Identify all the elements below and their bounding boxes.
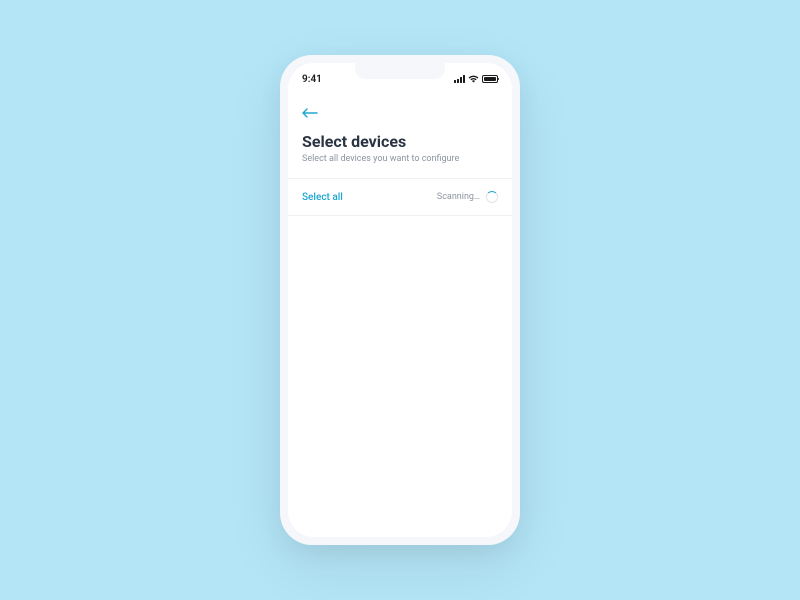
back-button[interactable] xyxy=(302,99,318,126)
scanning-status: Scanning… xyxy=(437,191,498,203)
select-all-button[interactable]: Select all xyxy=(302,192,343,203)
status-time: 9:41 xyxy=(302,74,322,85)
arrow-left-icon xyxy=(302,103,318,122)
phone-frame: 9:41 xyxy=(280,55,520,545)
action-row: Select all Scanning… xyxy=(302,179,498,215)
divider xyxy=(288,215,512,216)
cellular-signal-icon xyxy=(454,75,465,83)
phone-screen: 9:41 xyxy=(288,63,512,537)
content-area: Select devices Select all devices you wa… xyxy=(288,91,512,216)
page-title: Select devices xyxy=(302,132,498,151)
status-icons xyxy=(454,75,498,83)
wifi-icon xyxy=(468,75,479,83)
scanning-label: Scanning… xyxy=(437,192,480,202)
battery-icon xyxy=(482,75,498,83)
spinner-icon xyxy=(486,191,498,203)
phone-notch xyxy=(355,63,445,79)
page-subtitle: Select all devices you want to configure xyxy=(302,154,498,164)
